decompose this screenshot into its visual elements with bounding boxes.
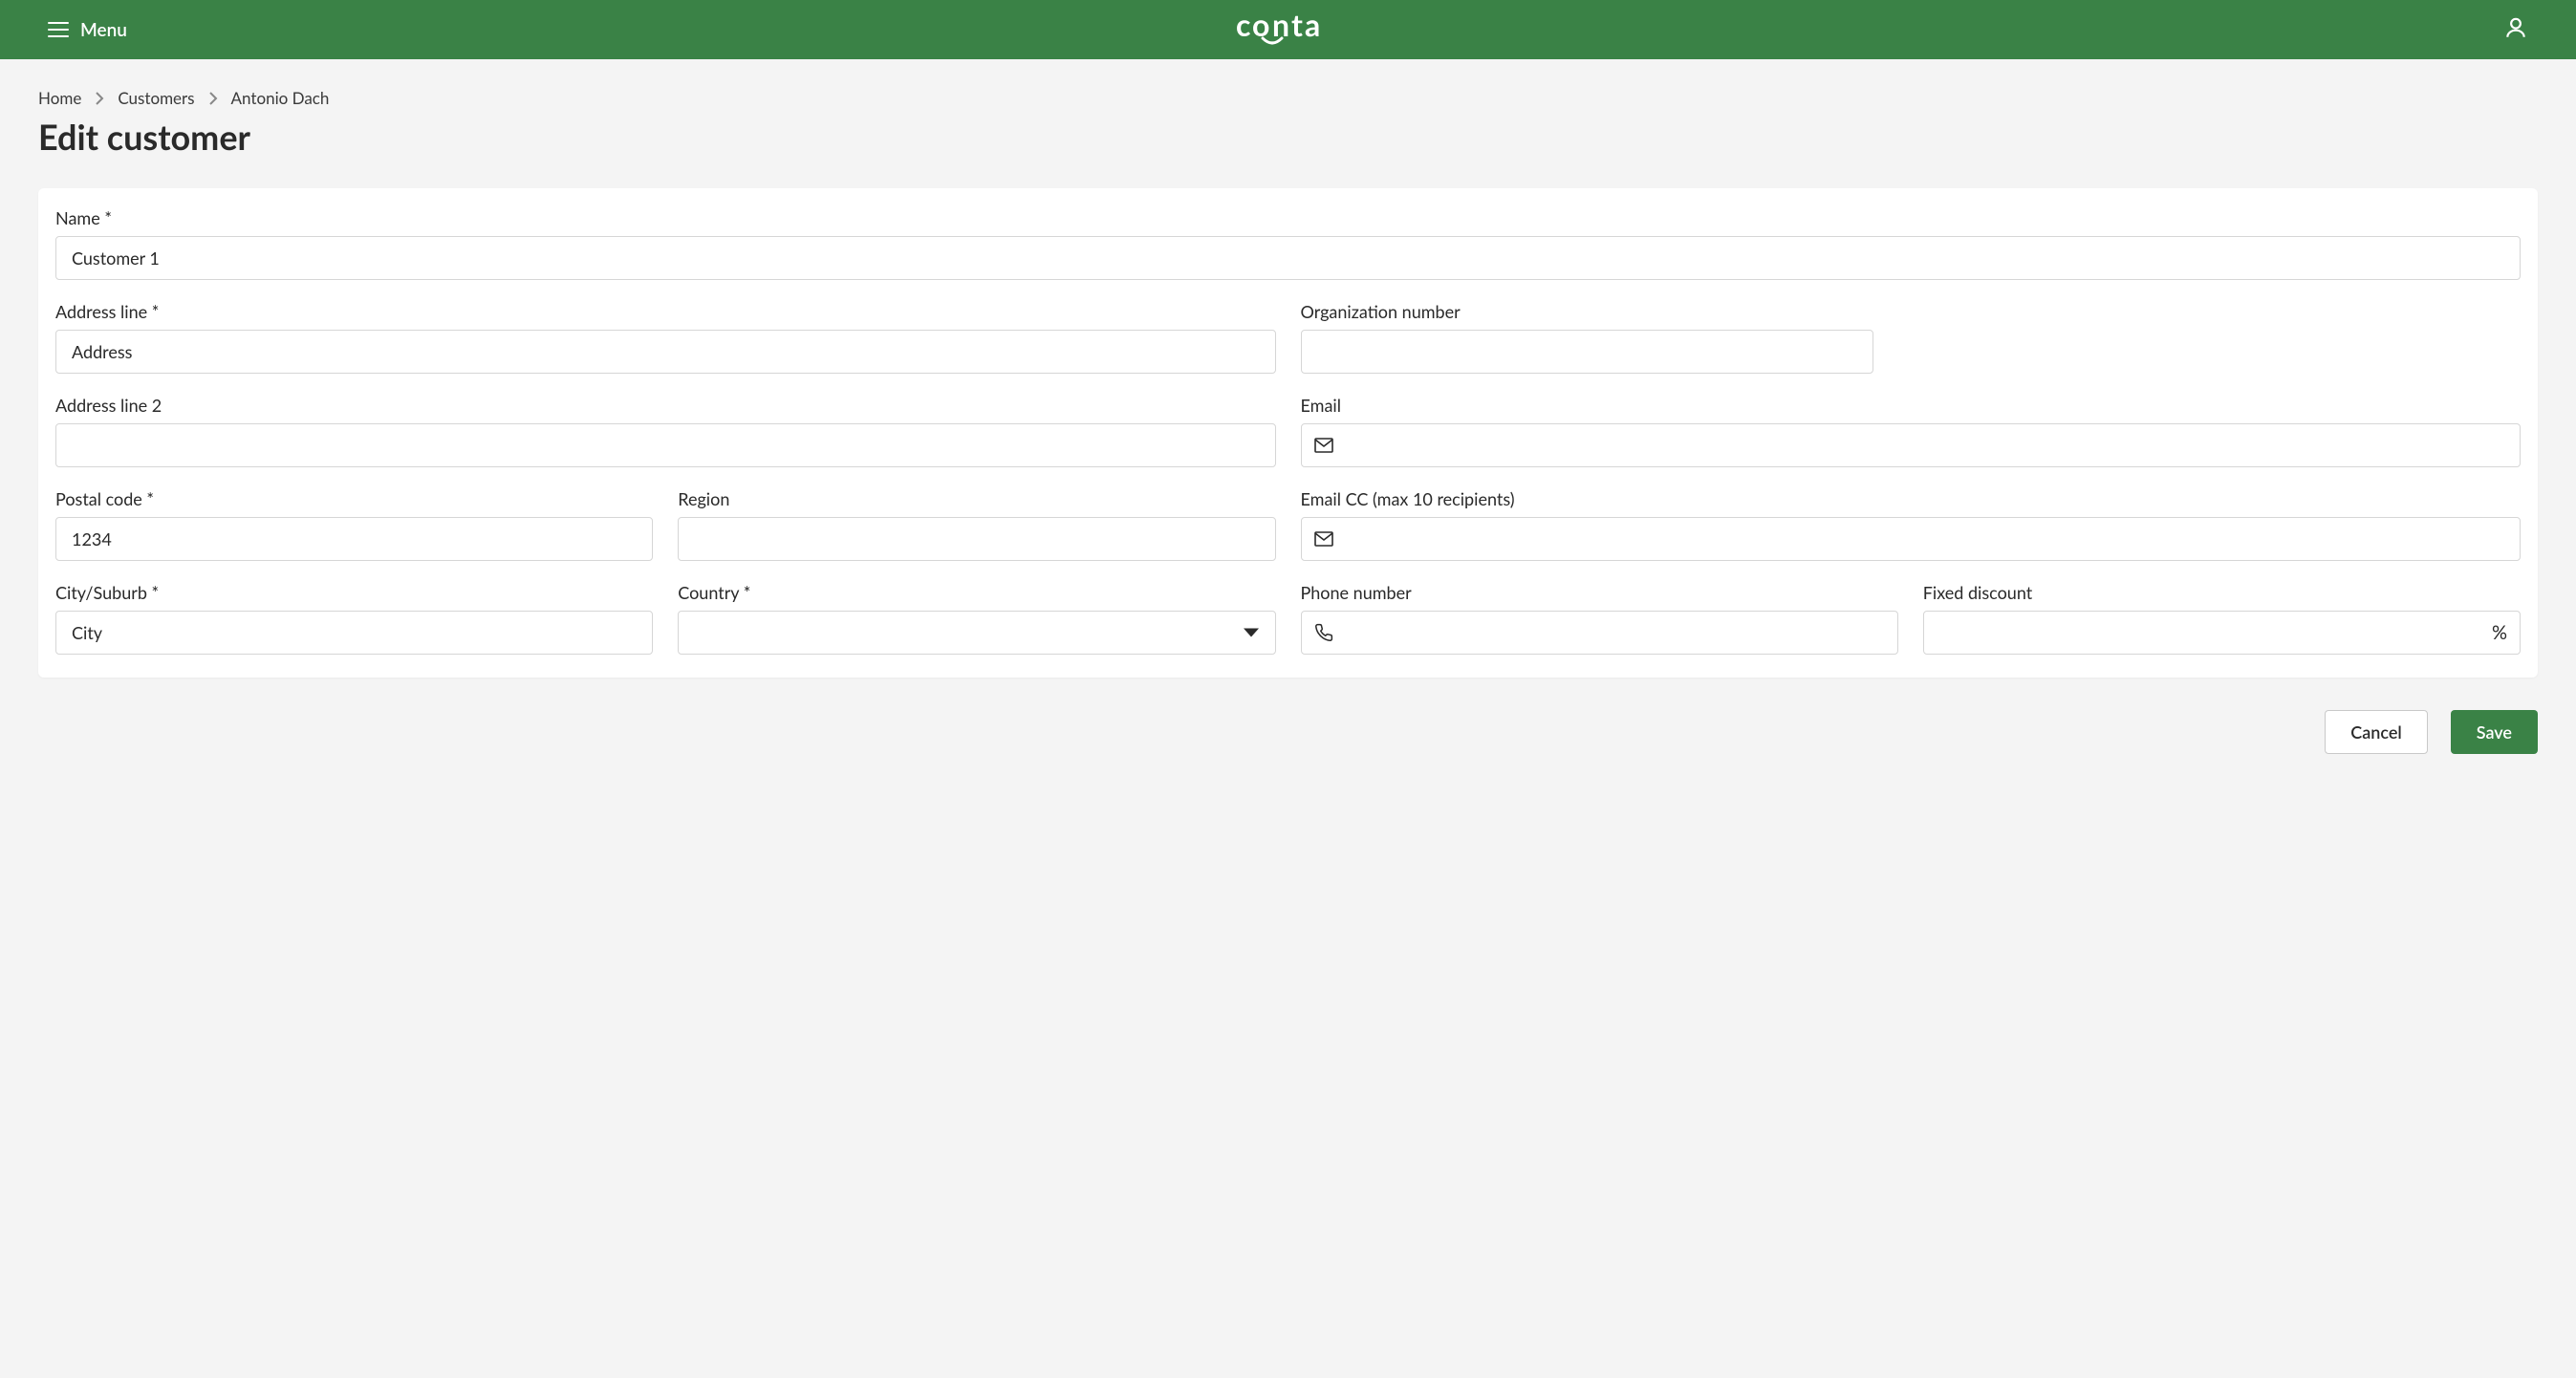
field-country: Country * (678, 582, 1275, 655)
page: Home Customers Antonio Dach Edit custome… (0, 59, 2576, 792)
label-postal-code: Postal code * (55, 488, 653, 509)
svg-text:o: o (1252, 11, 1269, 43)
chevron-right-icon (208, 92, 218, 105)
brand-logo: c o n t a (1236, 11, 1341, 48)
profile-button[interactable] (2503, 15, 2528, 44)
phone-input[interactable] (1301, 611, 1898, 655)
user-icon (2503, 15, 2528, 40)
svg-text:c: c (1236, 11, 1250, 43)
field-postal-code: Postal code * (55, 488, 653, 561)
label-name: Name * (55, 207, 2521, 228)
breadcrumb: Home Customers Antonio Dach (38, 88, 2538, 108)
name-input[interactable] (55, 236, 2521, 280)
address-line-input[interactable] (55, 330, 1276, 374)
menu-label: Menu (80, 19, 127, 41)
email-cc-input[interactable] (1301, 517, 2522, 561)
field-email: Email (1301, 395, 2522, 467)
field-name: Name * (55, 207, 2521, 280)
conta-logo-icon: c o n t a (1236, 11, 1341, 48)
label-address-line-2: Address line 2 (55, 395, 1276, 416)
address-line-2-input[interactable] (55, 423, 1276, 467)
form-actions: Cancel Save (38, 710, 2538, 754)
label-region: Region (678, 488, 1275, 509)
label-city: City/Suburb * (55, 582, 653, 603)
svg-text:a: a (1305, 11, 1320, 43)
field-city: City/Suburb * (55, 582, 653, 655)
save-button[interactable]: Save (2451, 710, 2538, 754)
label-address-line: Address line * (55, 301, 1276, 322)
label-org-number: Organization number (1301, 301, 1874, 322)
topbar: Menu c o n t a (0, 0, 2576, 59)
breadcrumb-customers[interactable]: Customers (118, 88, 194, 108)
org-number-input[interactable] (1301, 330, 1874, 374)
label-country: Country * (678, 582, 1275, 603)
field-fixed-discount: Fixed discount % (1923, 582, 2521, 655)
form-card: Name * Address line * Organization numbe… (38, 188, 2538, 678)
city-input[interactable] (55, 611, 653, 655)
field-phone: Phone number (1301, 582, 1898, 655)
field-address-line: Address line * (55, 301, 1276, 374)
chevron-right-icon (95, 92, 104, 105)
field-email-cc: Email CC (max 10 recipients) (1301, 488, 2522, 561)
breadcrumb-home[interactable]: Home (38, 88, 81, 108)
field-region: Region (678, 488, 1275, 561)
email-input[interactable] (1301, 423, 2522, 467)
breadcrumb-current: Antonio Dach (231, 88, 330, 108)
field-org-number: Organization number (1301, 301, 1874, 374)
country-select[interactable] (678, 611, 1275, 655)
label-email: Email (1301, 395, 2522, 416)
label-phone: Phone number (1301, 582, 1898, 603)
svg-text:t: t (1291, 11, 1303, 43)
menu-toggle[interactable]: Menu (48, 19, 127, 41)
page-title: Edit customer (38, 116, 2538, 158)
label-fixed-discount: Fixed discount (1923, 582, 2521, 603)
cancel-button[interactable]: Cancel (2325, 710, 2428, 754)
region-input[interactable] (678, 517, 1275, 561)
hamburger-icon (48, 22, 69, 37)
postal-code-input[interactable] (55, 517, 653, 561)
field-address-line-2: Address line 2 (55, 395, 1276, 467)
label-email-cc: Email CC (max 10 recipients) (1301, 488, 2522, 509)
fixed-discount-input[interactable] (1923, 611, 2521, 655)
